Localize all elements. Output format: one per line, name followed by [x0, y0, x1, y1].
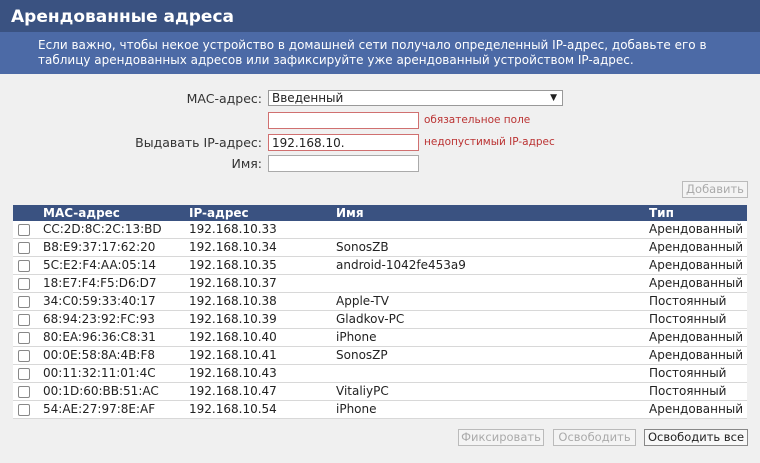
- cell-mac: 00:0E:58:8A:4B:F8: [43, 346, 189, 365]
- mac-mode-value: Введенный: [272, 91, 344, 105]
- cell-ip: 192.168.10.35: [189, 256, 336, 275]
- cell-name: [336, 364, 649, 383]
- cell-name: iPhone: [336, 328, 649, 347]
- cell-mac: 34:C0:59:33:40:17: [43, 292, 189, 311]
- table-row[interactable]: 34:C0:59:33:40:17 192.168.10.38 Apple-TV По…: [13, 292, 747, 311]
- cell-mac: B8:E9:37:17:62:20: [43, 238, 189, 257]
- cell-mac: 18:E7:F4:F5:D6:D7: [43, 274, 189, 293]
- mac-mode-label: MAC-адрес:: [186, 91, 262, 106]
- cell-ip: 192.168.10.43: [189, 364, 336, 383]
- fix-button[interactable]: Фиксировать: [458, 429, 544, 446]
- cell-type: Арендованный: [649, 221, 747, 239]
- row-checkbox[interactable]: [18, 331, 30, 344]
- table-row[interactable]: 00:1D:60:BB:51:AC 192.168.10.47 VitaliyPC П…: [13, 382, 747, 401]
- name-input[interactable]: [268, 155, 419, 172]
- cell-type: Постоянный: [649, 310, 747, 329]
- cell-ip: 192.168.10.39: [189, 310, 336, 329]
- cell-type: Арендованный: [649, 256, 747, 275]
- column-header-type: Тип: [649, 205, 747, 221]
- release-button[interactable]: Освободить: [553, 429, 636, 446]
- cell-type: Арендованный: [649, 346, 747, 365]
- cell-ip: 192.168.10.54: [189, 400, 336, 419]
- cell-type: Постоянный: [649, 382, 747, 401]
- column-header-mac: MAC-адрес: [43, 205, 189, 221]
- cell-name: iPhone: [336, 400, 649, 419]
- cell-ip: 192.168.10.47: [189, 382, 336, 401]
- table-row[interactable]: 00:0E:58:8A:4B:F8 192.168.10.41 SonosZP Аре…: [13, 346, 747, 365]
- cell-type: Арендованный: [649, 400, 747, 419]
- cell-ip: 192.168.10.40: [189, 328, 336, 347]
- ip-address-input[interactable]: [268, 134, 419, 151]
- leases-table: MAC-адрес IP-адрес Имя Тип CC:2D:8C:2C:1…: [13, 205, 747, 419]
- row-checkbox[interactable]: [18, 259, 30, 272]
- table-row[interactable]: 00:11:32:11:01:4C 192.168.10.43 Постоянный: [13, 364, 747, 383]
- cell-mac: 5C:E2:F4:AA:05:14: [43, 256, 189, 275]
- row-checkbox[interactable]: [18, 385, 30, 398]
- table-header-row: MAC-адрес IP-адрес Имя Тип: [13, 205, 747, 221]
- cell-type: Постоянный: [649, 364, 747, 383]
- cell-type: Арендованный: [649, 328, 747, 347]
- cell-ip: 192.168.10.33: [189, 221, 336, 239]
- cell-name: VitaliyPC: [336, 382, 649, 401]
- page-title: Арендованные адреса: [0, 0, 760, 32]
- cell-type: Арендованный: [649, 274, 747, 293]
- mac-error-message: обязательное поле: [424, 114, 531, 126]
- add-button[interactable]: Добавить: [682, 181, 748, 198]
- cell-name: [336, 274, 649, 293]
- cell-mac: 00:11:32:11:01:4C: [43, 364, 189, 383]
- table-row[interactable]: 54:AE:27:97:8E:AF 192.168.10.54 iPhone Арен…: [13, 400, 747, 419]
- mac-address-input[interactable]: [268, 112, 419, 129]
- name-label: Имя:: [231, 156, 262, 171]
- row-checkbox[interactable]: [18, 295, 30, 308]
- cell-name: Apple-TV: [336, 292, 649, 311]
- table-row[interactable]: 18:E7:F4:F5:D6:D7 192.168.10.37 Арендованн…: [13, 274, 747, 293]
- row-checkbox[interactable]: [18, 367, 30, 380]
- cell-mac: 54:AE:27:97:8E:AF: [43, 400, 189, 419]
- chevron-down-icon: ▼: [550, 93, 557, 103]
- cell-type: Арендованный: [649, 238, 747, 257]
- table-row[interactable]: 80:EA:96:36:C8:31 192.168.10.40 iPhone Арен…: [13, 328, 747, 347]
- cell-ip: 192.168.10.37: [189, 274, 336, 293]
- table-row[interactable]: CC:2D:8C:2C:13:BD 192.168.10.33 Арендованн…: [13, 221, 747, 239]
- cell-ip: 192.168.10.41: [189, 346, 336, 365]
- row-checkbox[interactable]: [18, 223, 30, 236]
- ip-label: Выдавать IP-адрес:: [135, 135, 262, 150]
- row-checkbox[interactable]: [18, 277, 30, 290]
- cell-type: Постоянный: [649, 292, 747, 311]
- row-checkbox[interactable]: [18, 241, 30, 254]
- mac-mode-select[interactable]: Введенный ▼: [268, 90, 563, 106]
- cell-name: Gladkov-PC: [336, 310, 649, 329]
- row-checkbox[interactable]: [18, 403, 30, 416]
- table-row[interactable]: B8:E9:37:17:62:20 192.168.10.34 SonosZB Аре…: [13, 238, 747, 257]
- cell-name: android-1042fe453a9: [336, 256, 649, 275]
- cell-name: SonosZP: [336, 346, 649, 365]
- release-all-button[interactable]: Освободить все: [644, 429, 748, 446]
- column-header-ip: IP-адрес: [189, 205, 336, 221]
- column-header-name: Имя: [336, 205, 649, 221]
- cell-name: [336, 221, 649, 239]
- table-row[interactable]: 68:94:23:92:FC:93 192.168.10.39 Gladkov-PC…: [13, 310, 747, 329]
- cell-mac: 80:EA:96:36:C8:31: [43, 328, 189, 347]
- cell-name: SonosZB: [336, 238, 649, 257]
- table-row[interactable]: 5C:E2:F4:AA:05:14 192.168.10.35 android-10…: [13, 256, 747, 275]
- cell-mac: CC:2D:8C:2C:13:BD: [43, 221, 189, 239]
- cell-ip: 192.168.10.34: [189, 238, 336, 257]
- ip-error-message: недопустимый IP-адрес: [424, 136, 555, 148]
- row-checkbox[interactable]: [18, 313, 30, 326]
- cell-mac: 68:94:23:92:FC:93: [43, 310, 189, 329]
- cell-mac: 00:1D:60:BB:51:AC: [43, 382, 189, 401]
- cell-ip: 192.168.10.38: [189, 292, 336, 311]
- row-checkbox[interactable]: [18, 349, 30, 362]
- info-text: Если важно, чтобы некое устройство в дом…: [0, 32, 760, 74]
